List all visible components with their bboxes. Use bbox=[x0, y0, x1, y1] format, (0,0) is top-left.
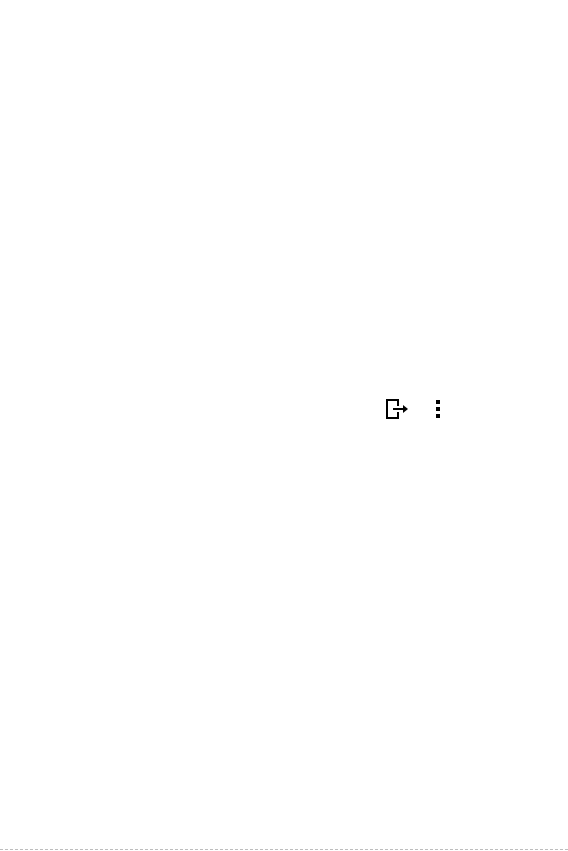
more-options-button[interactable] bbox=[426, 396, 450, 426]
bottom-divider bbox=[0, 849, 568, 850]
cast-button[interactable] bbox=[382, 396, 412, 426]
cast-to-device-icon bbox=[385, 398, 409, 424]
app-screen bbox=[0, 0, 568, 851]
action-bar bbox=[376, 396, 456, 426]
more-vertical-icon bbox=[435, 399, 441, 423]
